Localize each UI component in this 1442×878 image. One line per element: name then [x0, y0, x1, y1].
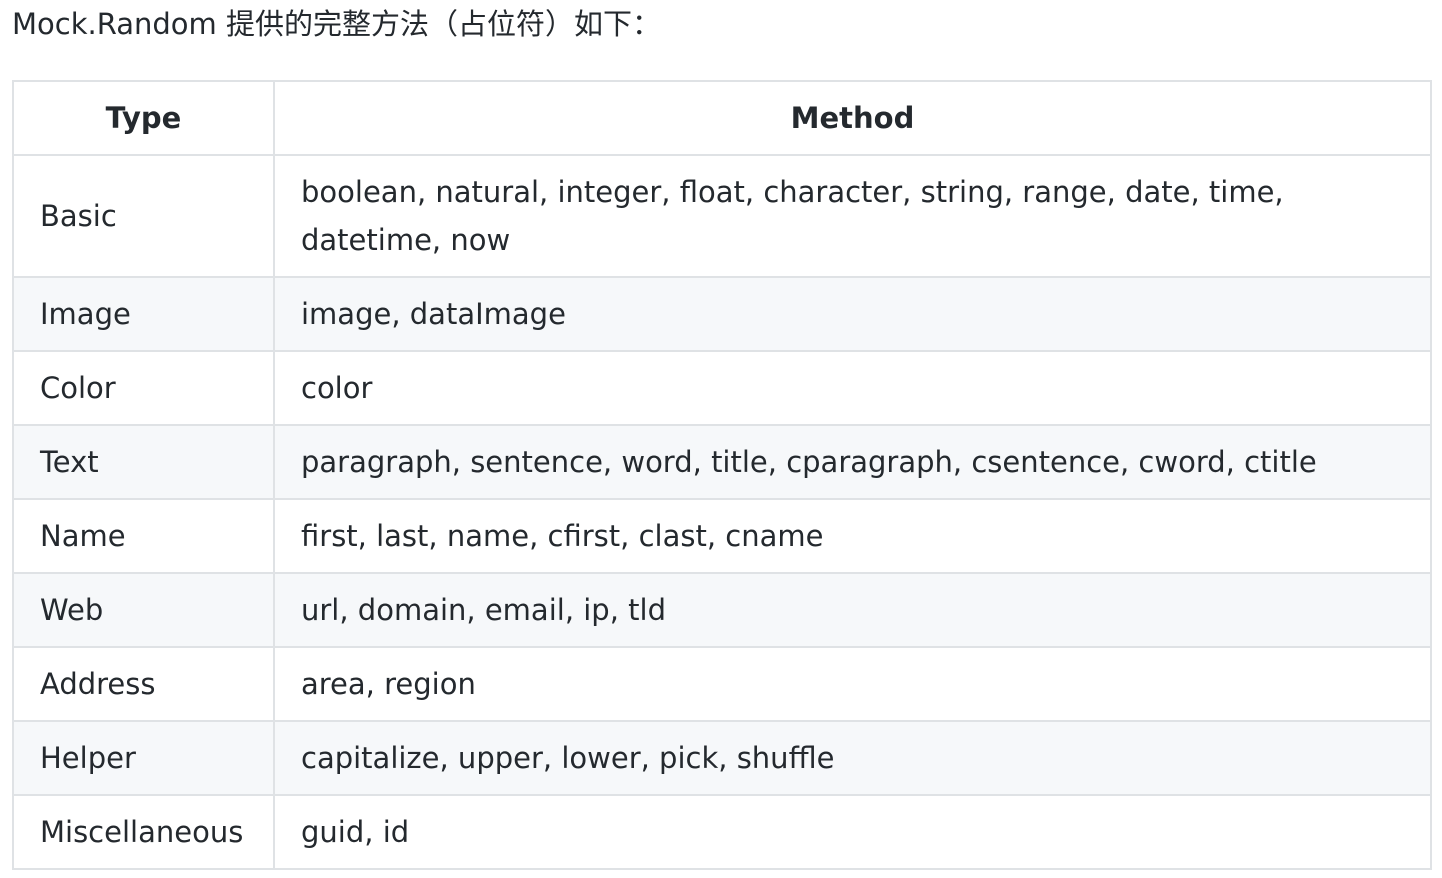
table-row: Color color: [12, 350, 1432, 426]
table-header-row: Type Method: [12, 80, 1432, 156]
methods-cell: boolean, natural, integer, float, charac…: [273, 154, 1432, 278]
type-column-header: Type: [12, 80, 275, 156]
methods-cell: url, domain, email, ip, tld: [273, 572, 1432, 648]
type-cell: Image: [12, 276, 275, 352]
type-cell: Basic: [12, 154, 275, 278]
table-row: Address area, region: [12, 646, 1432, 722]
type-cell: Address: [12, 646, 275, 722]
methods-cell: area, region: [273, 646, 1432, 722]
table-row: Helper capitalize, upper, lower, pick, s…: [12, 720, 1432, 796]
methods-cell: guid, id: [273, 794, 1432, 870]
methods-cell: image, dataImage: [273, 276, 1432, 352]
type-cell: Name: [12, 498, 275, 574]
table-row: Text paragraph, sentence, word, title, c…: [12, 424, 1432, 500]
type-cell: Text: [12, 424, 275, 500]
methods-cell: capitalize, upper, lower, pick, shuffle: [273, 720, 1432, 796]
method-column-header: Method: [273, 80, 1432, 156]
table-row: Image image, dataImage: [12, 276, 1432, 352]
type-cell: Color: [12, 350, 275, 426]
methods-cell: color: [273, 350, 1432, 426]
table-row: Basic boolean, natural, integer, float, …: [12, 154, 1432, 278]
type-cell: Helper: [12, 720, 275, 796]
intro-text: Mock.Random 提供的完整方法（占位符）如下：: [12, 7, 662, 41]
methods-cell: first, last, name, cfirst, clast, cname: [273, 498, 1432, 574]
type-cell: Miscellaneous: [12, 794, 275, 870]
table-row: Web url, domain, email, ip, tld: [12, 572, 1432, 648]
table-row: Miscellaneous guid, id: [12, 794, 1432, 870]
type-cell: Web: [12, 572, 275, 648]
table-row: Name first, last, name, cfirst, clast, c…: [12, 498, 1432, 574]
methods-table: Type Method Basic boolean, natural, inte…: [12, 80, 1432, 870]
methods-cell: paragraph, sentence, word, title, cparag…: [273, 424, 1432, 500]
